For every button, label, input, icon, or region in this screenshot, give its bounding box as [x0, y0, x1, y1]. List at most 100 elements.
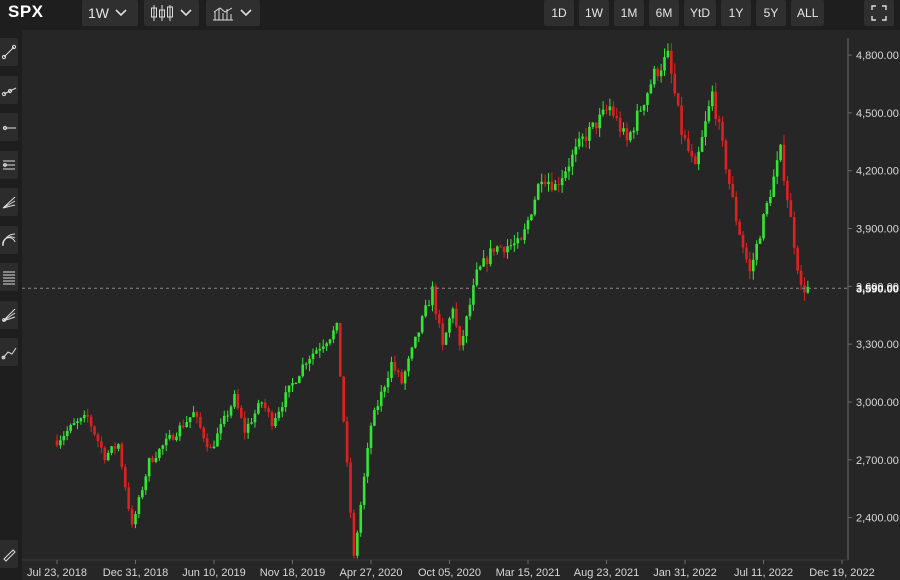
- interval-dropdown[interactable]: 1W: [82, 0, 138, 26]
- candle-down: [89, 414, 93, 432]
- fullscreen-button[interactable]: [864, 0, 894, 26]
- candle-up: [222, 410, 226, 427]
- candle-body: [642, 105, 646, 111]
- tool-fib-retracement-button[interactable]: [0, 263, 18, 291]
- candle-up: [451, 306, 455, 324]
- tool-pitchfork-button[interactable]: [0, 300, 18, 329]
- candle-body: [72, 423, 76, 426]
- tool-trend-line-button[interactable]: [0, 38, 18, 66]
- range-button-5y[interactable]: 5Y: [756, 0, 787, 26]
- candle-body: [693, 156, 697, 165]
- tool-brush-button[interactable]: [0, 540, 18, 568]
- candle-up: [629, 130, 632, 143]
- candle-up: [76, 418, 79, 430]
- range-button-1d[interactable]: 1D: [544, 0, 574, 26]
- range-button-1m[interactable]: 1M: [614, 0, 644, 26]
- candle-up: [424, 299, 427, 318]
- candle-body: [711, 91, 714, 107]
- candle-body: [738, 221, 741, 235]
- candle-down: [738, 218, 741, 236]
- range-button-ytd[interactable]: YtD: [684, 0, 717, 26]
- price-chart[interactable]: 2,400.002,700.003,000.003,300.003,600.00…: [0, 0, 900, 580]
- candle-body: [202, 427, 206, 439]
- candle-body: [349, 462, 352, 513]
- candle-up: [257, 399, 260, 415]
- candle-body: [219, 424, 223, 434]
- fib-fan-icon: [2, 196, 16, 209]
- candle-body: [458, 326, 462, 346]
- candle-up: [468, 298, 472, 320]
- brush-icon: [3, 549, 16, 562]
- candle-up: [762, 213, 765, 241]
- candle-body: [495, 246, 499, 252]
- candle-body: [69, 425, 72, 431]
- range-button-1y[interactable]: 1Y: [721, 0, 752, 26]
- candle-body: [427, 305, 431, 307]
- tool-horizontal-ray-button[interactable]: [0, 113, 18, 141]
- chart-type-dropdown[interactable]: [144, 0, 199, 26]
- candle-down: [100, 436, 103, 454]
- candle-down: [243, 411, 247, 440]
- symbol-label[interactable]: SPX: [8, 2, 44, 22]
- y-tick-label: 4,200.00: [856, 166, 899, 178]
- candle-body: [321, 346, 325, 349]
- range-button-1w[interactable]: 1W: [579, 0, 609, 26]
- candle-up: [513, 234, 516, 253]
- range-button-all[interactable]: ALL: [791, 0, 825, 26]
- candle-body: [117, 444, 120, 449]
- tool-ray-button[interactable]: [0, 75, 18, 104]
- indicators-dropdown[interactable]: [206, 0, 260, 26]
- candle-body: [431, 286, 434, 306]
- tool-fib-fan-button[interactable]: [0, 188, 18, 216]
- candle-up: [574, 138, 578, 163]
- x-tick-label: Dec 19, 2022: [809, 567, 874, 579]
- candle-body: [461, 335, 465, 346]
- candle-body: [123, 467, 127, 488]
- candle-body: [612, 106, 615, 116]
- candle-down: [338, 322, 342, 377]
- candle-body: [253, 413, 257, 423]
- candle-body: [263, 402, 267, 409]
- tool-fib-arc-button[interactable]: [0, 225, 18, 254]
- candle-body: [700, 136, 704, 152]
- candle-up: [216, 427, 219, 447]
- candle-body: [212, 446, 216, 449]
- candle-up: [65, 426, 69, 441]
- candle-body: [400, 372, 404, 384]
- candle-down: [499, 244, 502, 248]
- candle-up: [509, 239, 513, 250]
- candle-up: [554, 179, 557, 191]
- candle-down: [717, 115, 721, 130]
- candle-down: [502, 246, 506, 258]
- candle-body: [594, 122, 598, 129]
- candle-down: [687, 130, 690, 153]
- candle-body: [437, 313, 441, 324]
- candle-body: [298, 376, 301, 384]
- candle-body: [65, 430, 69, 437]
- range-button-6m[interactable]: 6M: [649, 0, 679, 26]
- candle-body: [386, 378, 390, 388]
- tool-path-button[interactable]: [0, 338, 18, 366]
- candle-body: [185, 422, 188, 427]
- candle-body: [311, 353, 315, 360]
- candle-up: [635, 103, 639, 135]
- candle-up: [325, 341, 328, 352]
- candle-body: [345, 421, 349, 463]
- candle-body: [175, 436, 178, 441]
- x-tick-label: Jan 31, 2022: [653, 567, 717, 579]
- tool-parallel-channel-button[interactable]: [0, 150, 18, 179]
- candle-body: [134, 513, 137, 525]
- candle-body: [451, 308, 455, 319]
- candle-body: [499, 246, 502, 248]
- candle-down: [693, 153, 697, 165]
- candle-body: [731, 184, 735, 198]
- x-tick-label: Mar 15, 2021: [496, 567, 561, 579]
- candle-down: [202, 426, 206, 442]
- candle-body: [308, 359, 311, 364]
- candle-body: [792, 216, 796, 248]
- candle-up: [666, 43, 670, 59]
- candle-body: [530, 214, 533, 221]
- candle-body: [475, 269, 479, 286]
- candle-body: [506, 246, 509, 253]
- candle-up: [383, 385, 386, 398]
